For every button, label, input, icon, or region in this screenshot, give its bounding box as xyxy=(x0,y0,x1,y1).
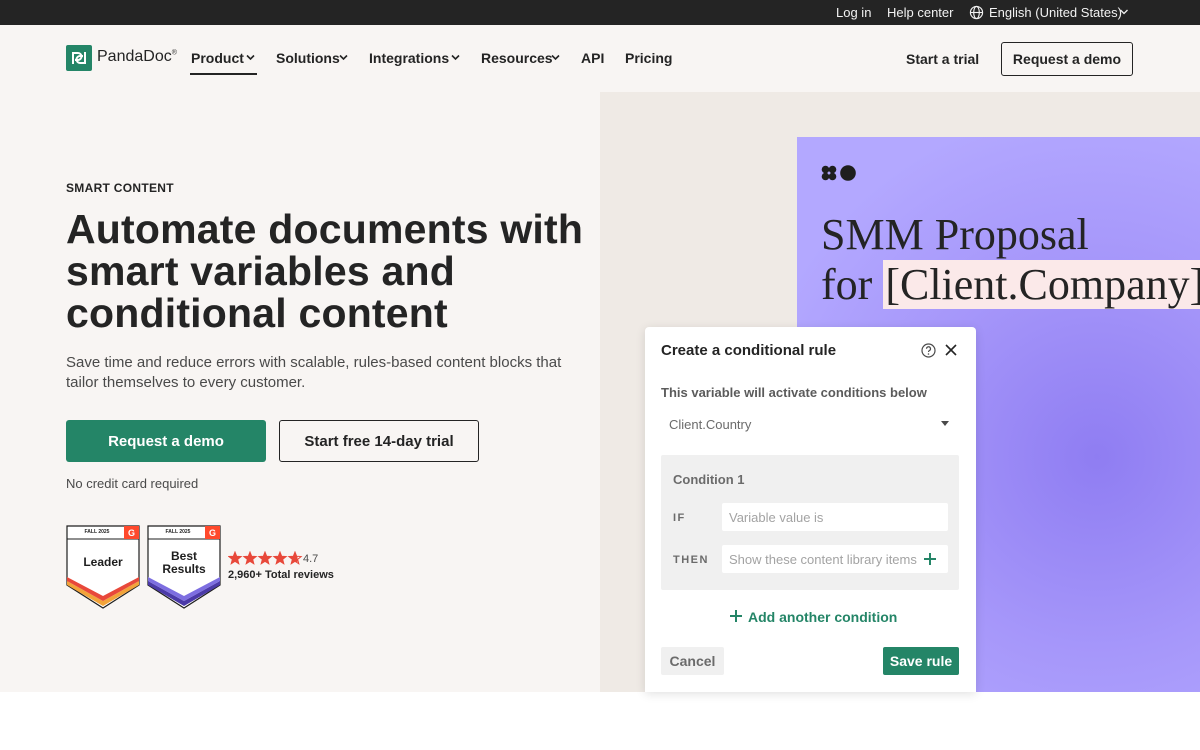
request-demo-button[interactable]: Request a demo xyxy=(66,420,266,462)
client-company-variable[interactable]: [Client.Company] xyxy=(883,260,1200,309)
plus-icon[interactable] xyxy=(923,552,937,566)
start-free-trial-button[interactable]: Start free 14-day trial xyxy=(279,420,479,462)
hero-eyebrow: SMART CONTENT xyxy=(66,181,174,195)
nav-api[interactable]: API xyxy=(581,50,604,66)
condition-block: Condition 1 IF Variable value is THEN Sh… xyxy=(661,455,959,590)
caret-down-icon xyxy=(941,421,949,426)
help-icon[interactable] xyxy=(921,343,936,358)
logo-wordmark[interactable]: PandaDoc® xyxy=(97,48,177,66)
condition-title: Condition 1 xyxy=(673,472,745,487)
dialog-title: Create a conditional rule xyxy=(661,342,837,359)
total-reviews[interactable]: 2,960+ Total reviews xyxy=(228,569,334,581)
nav-pricing[interactable]: Pricing xyxy=(625,50,672,66)
language-selector[interactable]: English (United States) xyxy=(989,5,1122,20)
save-rule-button[interactable]: Save rule xyxy=(883,647,959,675)
nav-solutions[interactable]: Solutions xyxy=(276,50,340,66)
star-icon xyxy=(257,551,273,565)
dialog-subtitle: This variable will activate conditions b… xyxy=(661,385,927,400)
conditional-rule-dialog: Create a conditional rule This variable … xyxy=(645,327,976,692)
star-icon xyxy=(287,551,303,565)
svg-text:G: G xyxy=(128,528,135,538)
plus-icon xyxy=(730,610,742,622)
badge-title: Leader xyxy=(83,555,123,569)
rating-value: 4.7 xyxy=(303,553,319,565)
active-nav-indicator xyxy=(190,73,257,75)
proposal-title-line1: SMM Proposal xyxy=(821,210,1089,259)
if-placeholder: Variable value is xyxy=(729,510,824,525)
hero-subtext: Save time and reduce errors with scalabl… xyxy=(66,354,562,391)
help-center-link[interactable]: Help center xyxy=(887,5,953,20)
utility-bar: Log in Help center English (United State… xyxy=(0,0,1200,25)
hero-headline: Automate documents with smart variables … xyxy=(66,206,584,336)
close-icon[interactable] xyxy=(944,343,958,357)
chevron-down-icon xyxy=(1120,9,1128,15)
start-trial-link[interactable]: Start a trial xyxy=(906,51,979,67)
then-placeholder: Show these content library items xyxy=(729,552,917,567)
cancel-button[interactable]: Cancel xyxy=(661,647,724,675)
then-content-input[interactable]: Show these content library items xyxy=(722,545,948,573)
then-label: THEN xyxy=(673,554,709,566)
chevron-down-icon xyxy=(246,54,255,61)
badge-title: Best Results xyxy=(162,549,206,576)
nav-product[interactable]: Product xyxy=(191,50,244,66)
svg-text:G: G xyxy=(209,528,216,538)
pandadoc-logo-icon[interactable] xyxy=(66,45,92,71)
site-header: PandaDoc® Product Solutions Integrations… xyxy=(0,25,1200,92)
variable-select[interactable]: Client.Country xyxy=(661,409,959,439)
nav-integrations[interactable]: Integrations xyxy=(369,50,449,66)
selected-variable: Client.Country xyxy=(669,417,752,432)
g2-best-results-badge: G FALL 2025 Best Results xyxy=(147,525,221,609)
chevron-down-icon xyxy=(451,54,460,61)
chevron-down-icon xyxy=(551,54,560,61)
rating-stars xyxy=(228,551,303,565)
star-icon xyxy=(242,551,258,565)
star-icon xyxy=(228,551,243,565)
if-label: IF xyxy=(673,512,686,524)
globe-icon[interactable] xyxy=(969,5,984,20)
header-request-demo-button[interactable]: Request a demo xyxy=(1001,42,1133,76)
proposal-title-line2: for [Client.Company] xyxy=(821,259,1200,310)
if-value-input[interactable]: Variable value is xyxy=(722,503,948,531)
brand-dots-icon xyxy=(821,165,856,181)
star-icon xyxy=(272,551,288,565)
chevron-down-icon xyxy=(339,54,348,61)
login-link[interactable]: Log in xyxy=(836,5,871,20)
nav-resources[interactable]: Resources xyxy=(481,50,553,66)
g2-leader-badge: G FALL 2025 Leader xyxy=(66,525,140,609)
no-credit-card-note: No credit card required xyxy=(66,476,199,491)
add-condition-label: Add another condition xyxy=(748,609,898,625)
